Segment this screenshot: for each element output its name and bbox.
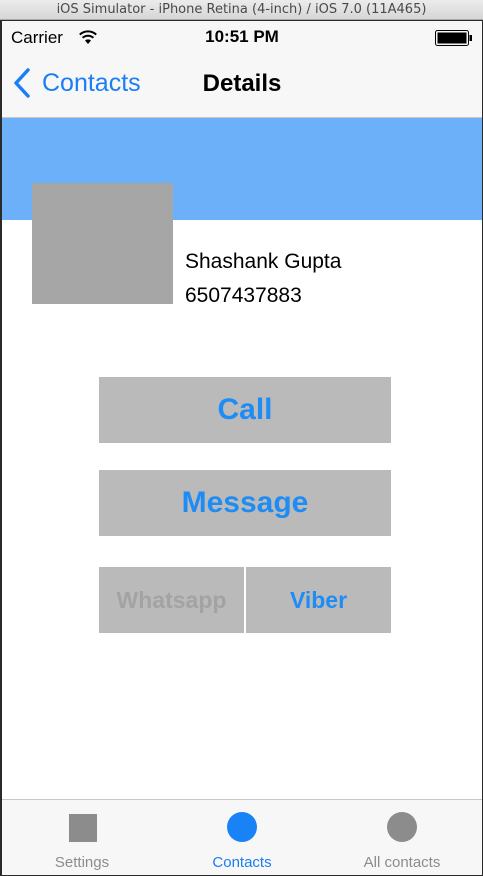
battery-full-icon bbox=[435, 30, 472, 46]
circle-icon bbox=[387, 812, 417, 842]
contact-phone: 6507437883 bbox=[185, 284, 302, 307]
status-time: 10:51 PM bbox=[205, 27, 279, 46]
message-button[interactable]: Message bbox=[99, 470, 391, 536]
tab-settings[interactable]: Settings bbox=[2, 800, 162, 875]
viber-button[interactable]: Viber bbox=[246, 567, 391, 633]
tab-contacts[interactable]: Contacts bbox=[162, 800, 322, 875]
tab-settings-label: Settings bbox=[54, 854, 110, 871]
circle-icon bbox=[227, 812, 257, 842]
call-button[interactable]: Call bbox=[99, 377, 391, 443]
device-screen: Carrier 10:51 PM Contacts Details Shasha… bbox=[2, 21, 482, 875]
avatar bbox=[32, 183, 173, 304]
square-icon bbox=[69, 814, 97, 842]
tab-all-contacts[interactable]: All contacts bbox=[322, 800, 482, 875]
page-title: Details bbox=[202, 70, 282, 97]
window-title: iOS Simulator - iPhone Retina (4-inch) /… bbox=[0, 0, 483, 20]
tab-bar: Settings Contacts All contacts bbox=[2, 799, 482, 875]
navigation-bar: Carrier 10:51 PM Contacts Details bbox=[2, 21, 482, 118]
contact-name: Shashank Gupta bbox=[185, 250, 342, 273]
simulator-window: iOS Simulator - iPhone Retina (4-inch) /… bbox=[0, 0, 483, 876]
whatsapp-button[interactable]: Whatsapp bbox=[99, 567, 244, 633]
tab-contacts-label: Contacts bbox=[212, 854, 272, 871]
tab-all-contacts-label: All contacts bbox=[363, 854, 441, 871]
